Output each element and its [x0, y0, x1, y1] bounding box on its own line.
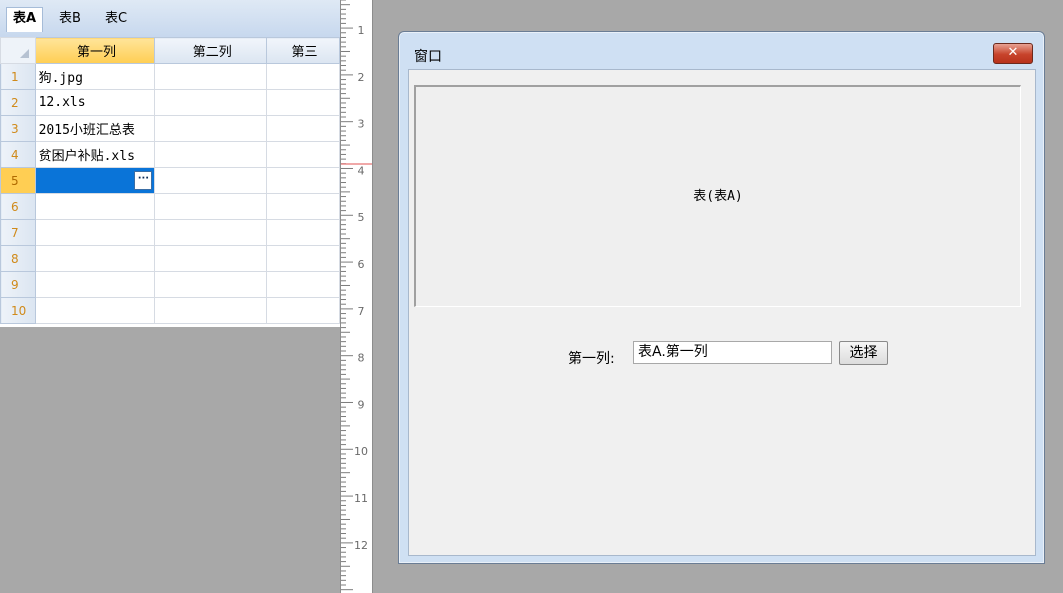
spreadsheet-grid: 第一列 第二列 第三 1 狗.jpg 2 12.xls 3 2015小班汇总表 …: [0, 37, 340, 324]
ruler-label: 4: [358, 164, 365, 177]
cell[interactable]: 12.xls: [34, 89, 156, 116]
cell[interactable]: 狗.jpg: [34, 63, 156, 90]
cell[interactable]: [34, 193, 156, 220]
close-button[interactable]: ✕: [993, 43, 1033, 64]
cell[interactable]: [34, 245, 156, 272]
cell[interactable]: [266, 89, 340, 116]
row-header[interactable]: 1: [0, 63, 36, 90]
table-placeholder-label: 表(表A): [693, 189, 743, 204]
ruler-label: 5: [358, 211, 365, 224]
row-header[interactable]: 3: [0, 115, 36, 142]
ruler-label: 6: [358, 258, 365, 271]
table-row: 5 ···: [0, 167, 340, 194]
tab-sheet-a[interactable]: 表A: [6, 7, 44, 32]
cell[interactable]: [34, 297, 156, 324]
window-title: 窗口: [414, 49, 442, 65]
table-row: 2 12.xls: [0, 89, 340, 116]
select-all-corner[interactable]: [0, 37, 36, 64]
table-row: 10: [0, 297, 340, 324]
table-placeholder[interactable]: 表(表A): [414, 85, 1021, 307]
editing-cell[interactable]: ···: [34, 167, 156, 194]
cell[interactable]: [154, 245, 268, 272]
table-row: 7: [0, 219, 340, 246]
cell[interactable]: 贫困户补贴.xls: [34, 141, 156, 168]
cell[interactable]: [34, 271, 156, 298]
choose-button[interactable]: 选择: [839, 341, 888, 365]
row-header[interactable]: 2: [0, 89, 36, 116]
cell[interactable]: [154, 167, 268, 194]
window-client-area: 表(表A) 第一列: 表A.第一列 选择: [408, 69, 1036, 556]
row-header[interactable]: 10: [0, 297, 36, 324]
cell[interactable]: [266, 297, 340, 324]
ruler-label: 3: [358, 118, 365, 131]
cell[interactable]: [266, 167, 340, 194]
cell[interactable]: [154, 193, 268, 220]
row-header[interactable]: 9: [0, 271, 36, 298]
vertical-ruler: 1 2 3 4 5 6 7 8 9 10 11 12: [340, 0, 373, 593]
cell[interactable]: [154, 141, 268, 168]
table-row: 1 狗.jpg: [0, 63, 340, 90]
table-row: 9: [0, 271, 340, 298]
ruler-scale: 123456789101112: [341, 0, 372, 591]
column-header-1[interactable]: 第一列: [34, 37, 156, 64]
cell[interactable]: [266, 271, 340, 298]
cell[interactable]: [154, 297, 268, 324]
window-titlebar[interactable]: 窗口 ✕: [399, 32, 1044, 68]
cell[interactable]: 2015小班汇总表: [34, 115, 156, 142]
cell[interactable]: [154, 89, 268, 116]
cell[interactable]: [266, 115, 340, 142]
cell[interactable]: [154, 271, 268, 298]
column-header-3[interactable]: 第三: [266, 37, 340, 64]
table-row: 3 2015小班汇总表: [0, 115, 340, 142]
column-header-2[interactable]: 第二列: [154, 37, 268, 64]
table-row: 6: [0, 193, 340, 220]
ruler-label: 1: [358, 24, 365, 37]
cell[interactable]: [266, 193, 340, 220]
ruler-label: 9: [358, 398, 365, 411]
row-header[interactable]: 6: [0, 193, 36, 220]
ellipsis-button[interactable]: ···: [134, 171, 153, 190]
tab-sheet-b[interactable]: 表B: [53, 8, 87, 30]
cell[interactable]: [154, 115, 268, 142]
row-header[interactable]: 7: [0, 219, 36, 246]
table-row: 4 贫困户补贴.xls: [0, 141, 340, 168]
cell[interactable]: [266, 245, 340, 272]
sheet-tab-bar: 表A 表B 表C: [0, 0, 340, 38]
cell[interactable]: [154, 219, 268, 246]
spreadsheet-panel: 表A 表B 表C 第一列 第二列 第三 1 狗.jpg 2 12.xls 3 2…: [0, 0, 341, 327]
ruler-label: 11: [354, 492, 368, 505]
dialog-window: 窗口 ✕ 表(表A) 第一列: 表A.第一列 选择: [398, 31, 1045, 564]
row-header[interactable]: 8: [0, 245, 36, 272]
cell[interactable]: [266, 63, 340, 90]
cell[interactable]: [266, 219, 340, 246]
field-input[interactable]: 表A.第一列: [633, 341, 832, 364]
row-header[interactable]: 4: [0, 141, 36, 168]
column-header-row: 第一列 第二列 第三: [0, 37, 340, 64]
table-row: 8: [0, 245, 340, 272]
cell[interactable]: [154, 63, 268, 90]
close-x-icon: ✕: [1007, 45, 1019, 60]
ruler-label: 8: [358, 352, 365, 365]
ruler-label: 2: [358, 71, 365, 84]
cell[interactable]: [34, 219, 156, 246]
field-label: 第一列:: [568, 351, 615, 367]
row-header-current[interactable]: 5: [0, 167, 36, 194]
ruler-label: 12: [354, 539, 368, 552]
tab-sheet-c[interactable]: 表C: [99, 8, 133, 30]
cell[interactable]: [266, 141, 340, 168]
ruler-label: 7: [358, 305, 365, 318]
ruler-label: 10: [354, 445, 368, 458]
